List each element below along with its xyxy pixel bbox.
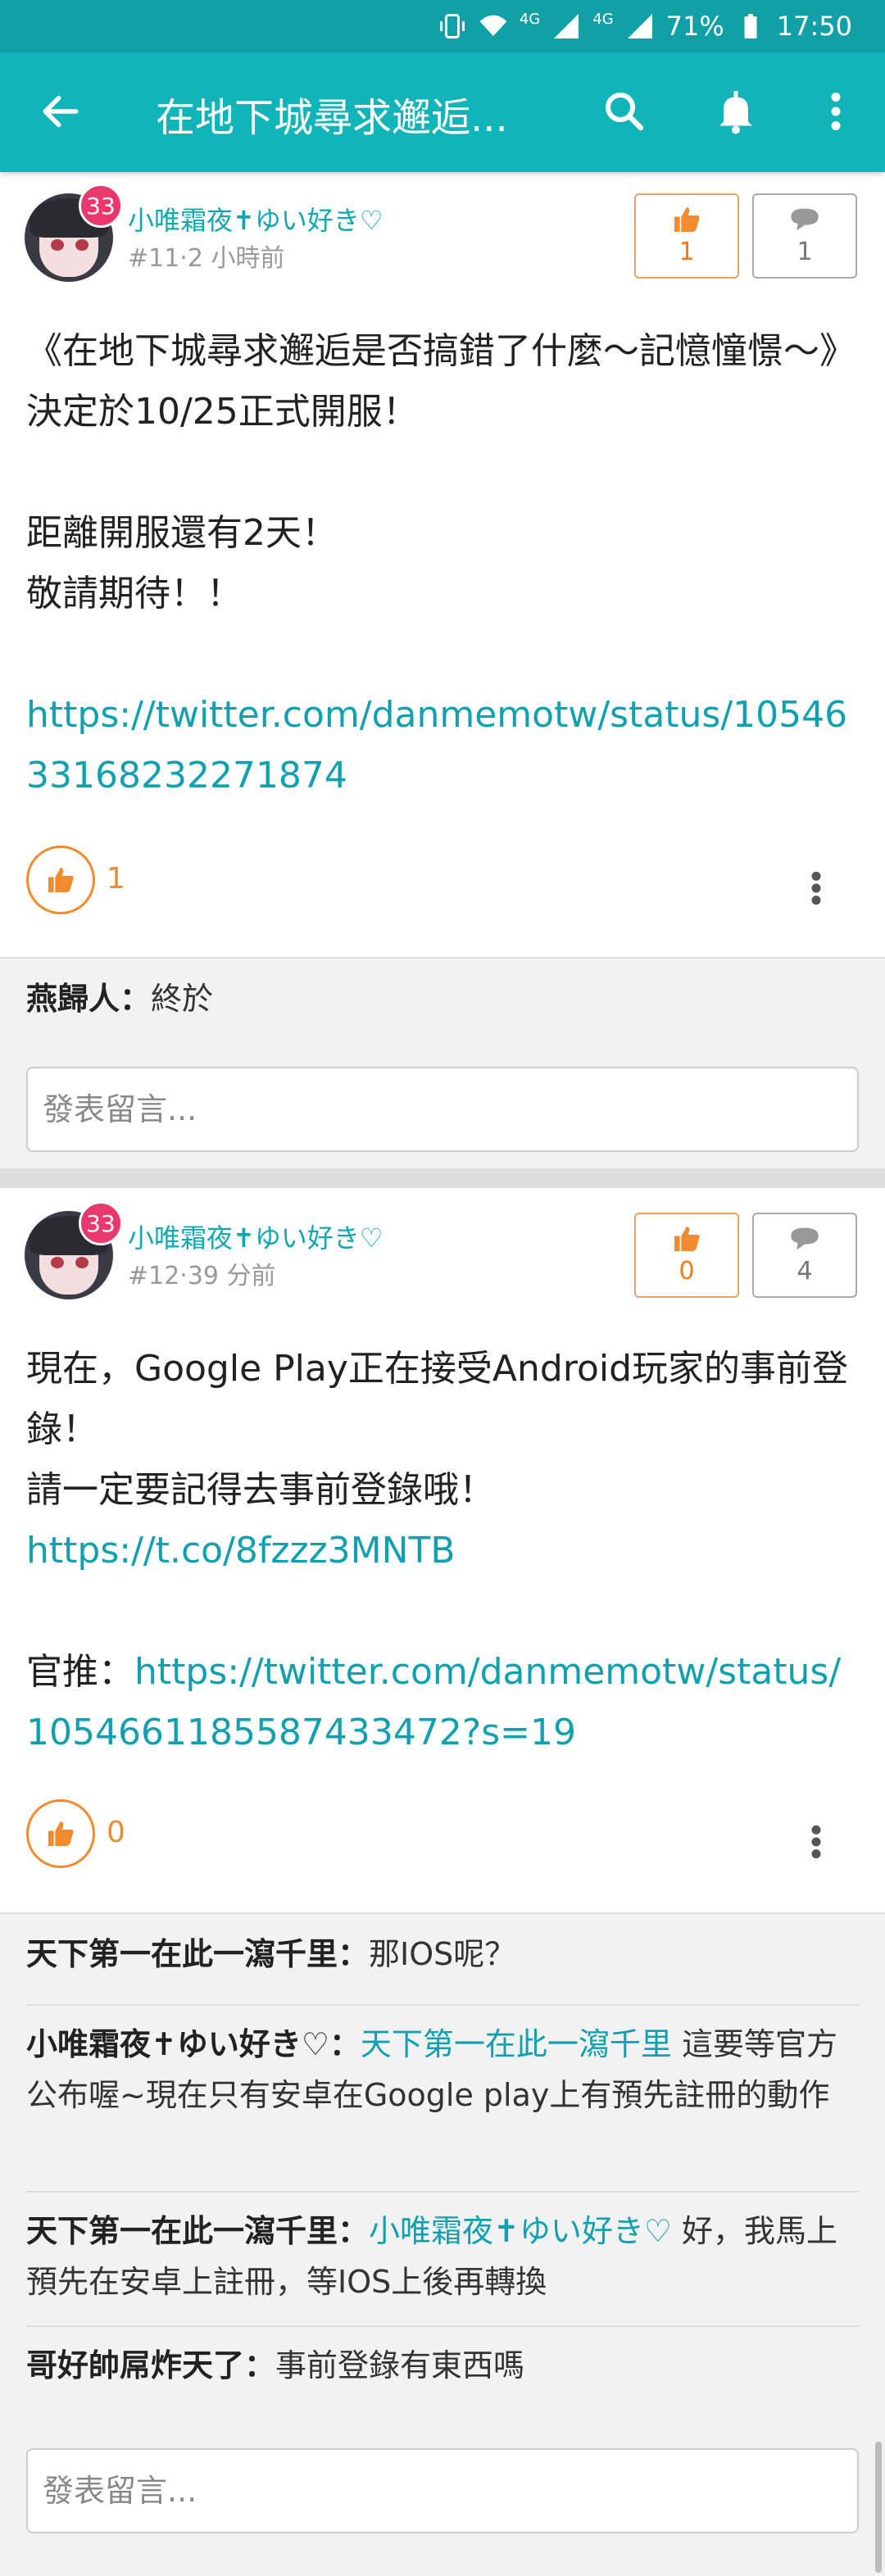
- wifi-icon: [479, 15, 507, 36]
- comment-item: 小唯霜夜✝ゆい好き♡：天下第一在此一瀉千里 這要等官方公布喔~現在只有安卓在Go…: [26, 2019, 859, 2120]
- more-vert-icon[interactable]: [811, 87, 860, 136]
- vibrate-icon: [439, 14, 465, 39]
- post-gap: [0, 1168, 885, 1188]
- mention-link[interactable]: 小唯霜夜✝ゆい好き♡: [369, 2213, 672, 2249]
- post-content: 《在地下城尋求邂逅是否搞錯了什麼～記憶憧憬～》決定於10/25正式開服！ 距離開…: [26, 321, 854, 806]
- post-text: 現在，Google Play正在接受Android玩家的事前登錄！ 請一定要記得…: [26, 1348, 849, 1511]
- post-text: 《在地下城尋求邂逅是否搞錯了什麼～記憶憧憬～》決定於10/25正式開服！ 距離開…: [26, 330, 837, 615]
- post-link[interactable]: https://twitter.com/danmemotw/status/105…: [26, 694, 847, 796]
- comment-count-button[interactable]: 4: [752, 1213, 857, 1298]
- comment-item: 天下第一在此一瀉千里：那IOS呢？: [26, 1929, 859, 1980]
- signal-icon-2: [627, 14, 652, 39]
- mention-link[interactable]: 天下第一在此一瀉千里: [361, 2026, 672, 2062]
- post-content: 現在，Google Play正在接受Android玩家的事前登錄！ 請一定要記得…: [26, 1339, 854, 1763]
- signal-icon: [554, 14, 579, 39]
- level-badge: 33: [79, 184, 123, 228]
- comment-item: 燕歸人：終於: [26, 973, 859, 1024]
- commenter-name[interactable]: 小唯霜夜✝ゆい好き♡：: [26, 2026, 361, 2062]
- commenter-name[interactable]: 哥好帥屌炸天了：: [26, 2347, 275, 2383]
- net-label-2: 4G: [592, 10, 614, 28]
- reply-input[interactable]: 發表留言...: [26, 1067, 859, 1152]
- post-11: 33 小唯霜夜✝ゆい好き♡ #11‧2 小時前 1 1 《在地下城尋求邂逅是否搞…: [0, 172, 885, 959]
- comment-divider: [26, 2325, 859, 2327]
- thumb-up-icon: [674, 207, 700, 232]
- status-bar: 4G 4G 71% 17:50: [0, 0, 885, 52]
- comment-divider: [26, 2004, 859, 2006]
- comment-text: 那IOS呢？: [369, 1936, 516, 1972]
- author-name[interactable]: 小唯霜夜✝ゆい好き♡: [128, 1218, 384, 1255]
- scrollbar[interactable]: [875, 2442, 882, 2573]
- clock: 17:50: [776, 11, 852, 42]
- back-arrow-icon[interactable]: [38, 88, 84, 134]
- comment-text: 事前登錄有東西嗎: [275, 2347, 525, 2383]
- post-meta: #11‧2 小時前: [128, 244, 285, 273]
- more-options-icon[interactable]: [806, 870, 826, 906]
- commenter-name[interactable]: 燕歸人：: [26, 981, 151, 1017]
- gp-count: 0: [678, 1257, 695, 1286]
- more-options-icon[interactable]: [806, 1824, 826, 1860]
- commenter-name[interactable]: 天下第一在此一瀉千里：: [26, 2213, 369, 2249]
- comment-item: 天下第一在此一瀉千里：小唯霜夜✝ゆい好き♡ 好，我馬上預先在安卓上註冊，等IOS…: [26, 2206, 859, 2307]
- like-count: 0: [107, 1816, 125, 1849]
- commenter-name[interactable]: 天下第一在此一瀉千里：: [26, 1936, 369, 1972]
- net-label-1: 4G: [519, 10, 541, 28]
- like-button[interactable]: [26, 1799, 95, 1868]
- comment-count: 4: [796, 1257, 813, 1286]
- page-title: 在地下城尋求邂逅...: [156, 95, 508, 141]
- bell-icon[interactable]: [711, 87, 760, 136]
- post-meta: #12‧39 分前: [128, 1262, 276, 1290]
- post-link-2[interactable]: https://twitter.com/danmemotw/status/105…: [26, 1651, 841, 1753]
- reply-input[interactable]: 發表留言...: [26, 2448, 859, 2533]
- chat-bubble-icon: [791, 1227, 819, 1250]
- comment-text: 終於: [151, 981, 214, 1017]
- comment-item: 哥好帥屌炸天了：事前登錄有東西嗎: [26, 2340, 859, 2391]
- like-button[interactable]: [26, 846, 95, 914]
- gp-count: 1: [678, 238, 695, 266]
- battery-icon: [744, 14, 757, 39]
- comment-section: 天下第一在此一瀉千里：那IOS呢？ 小唯霜夜✝ゆい好き♡：天下第一在此一瀉千里 …: [0, 1914, 885, 2576]
- thumb-up-icon: [48, 868, 74, 892]
- chat-bubble-icon: [791, 208, 819, 231]
- gp-button[interactable]: 0: [634, 1213, 739, 1298]
- post-text-2: 官推：: [26, 1651, 134, 1693]
- gp-button[interactable]: 1: [634, 193, 739, 279]
- search-icon[interactable]: [600, 87, 649, 136]
- app-bar: 在地下城尋求邂逅...: [0, 52, 885, 172]
- like-count: 1: [107, 862, 125, 896]
- thumb-up-icon: [674, 1227, 700, 1251]
- post-link[interactable]: https://t.co/8fzzz3MNTB: [26, 1530, 456, 1571]
- comment-divider: [26, 2191, 859, 2193]
- author-name[interactable]: 小唯霜夜✝ゆい好き♡: [128, 200, 384, 238]
- comment-section: 燕歸人：終於 發表留言...: [0, 959, 885, 1168]
- level-badge: 33: [79, 1201, 123, 1245]
- post-12: 33 小唯霜夜✝ゆい好き♡ #12‧39 分前 0 4 現在，Google Pl…: [0, 1188, 885, 1911]
- battery-percent: 71%: [665, 11, 724, 42]
- comment-count: 1: [796, 238, 813, 266]
- comment-count-button[interactable]: 1: [752, 193, 857, 279]
- thumb-up-icon: [48, 1821, 74, 1846]
